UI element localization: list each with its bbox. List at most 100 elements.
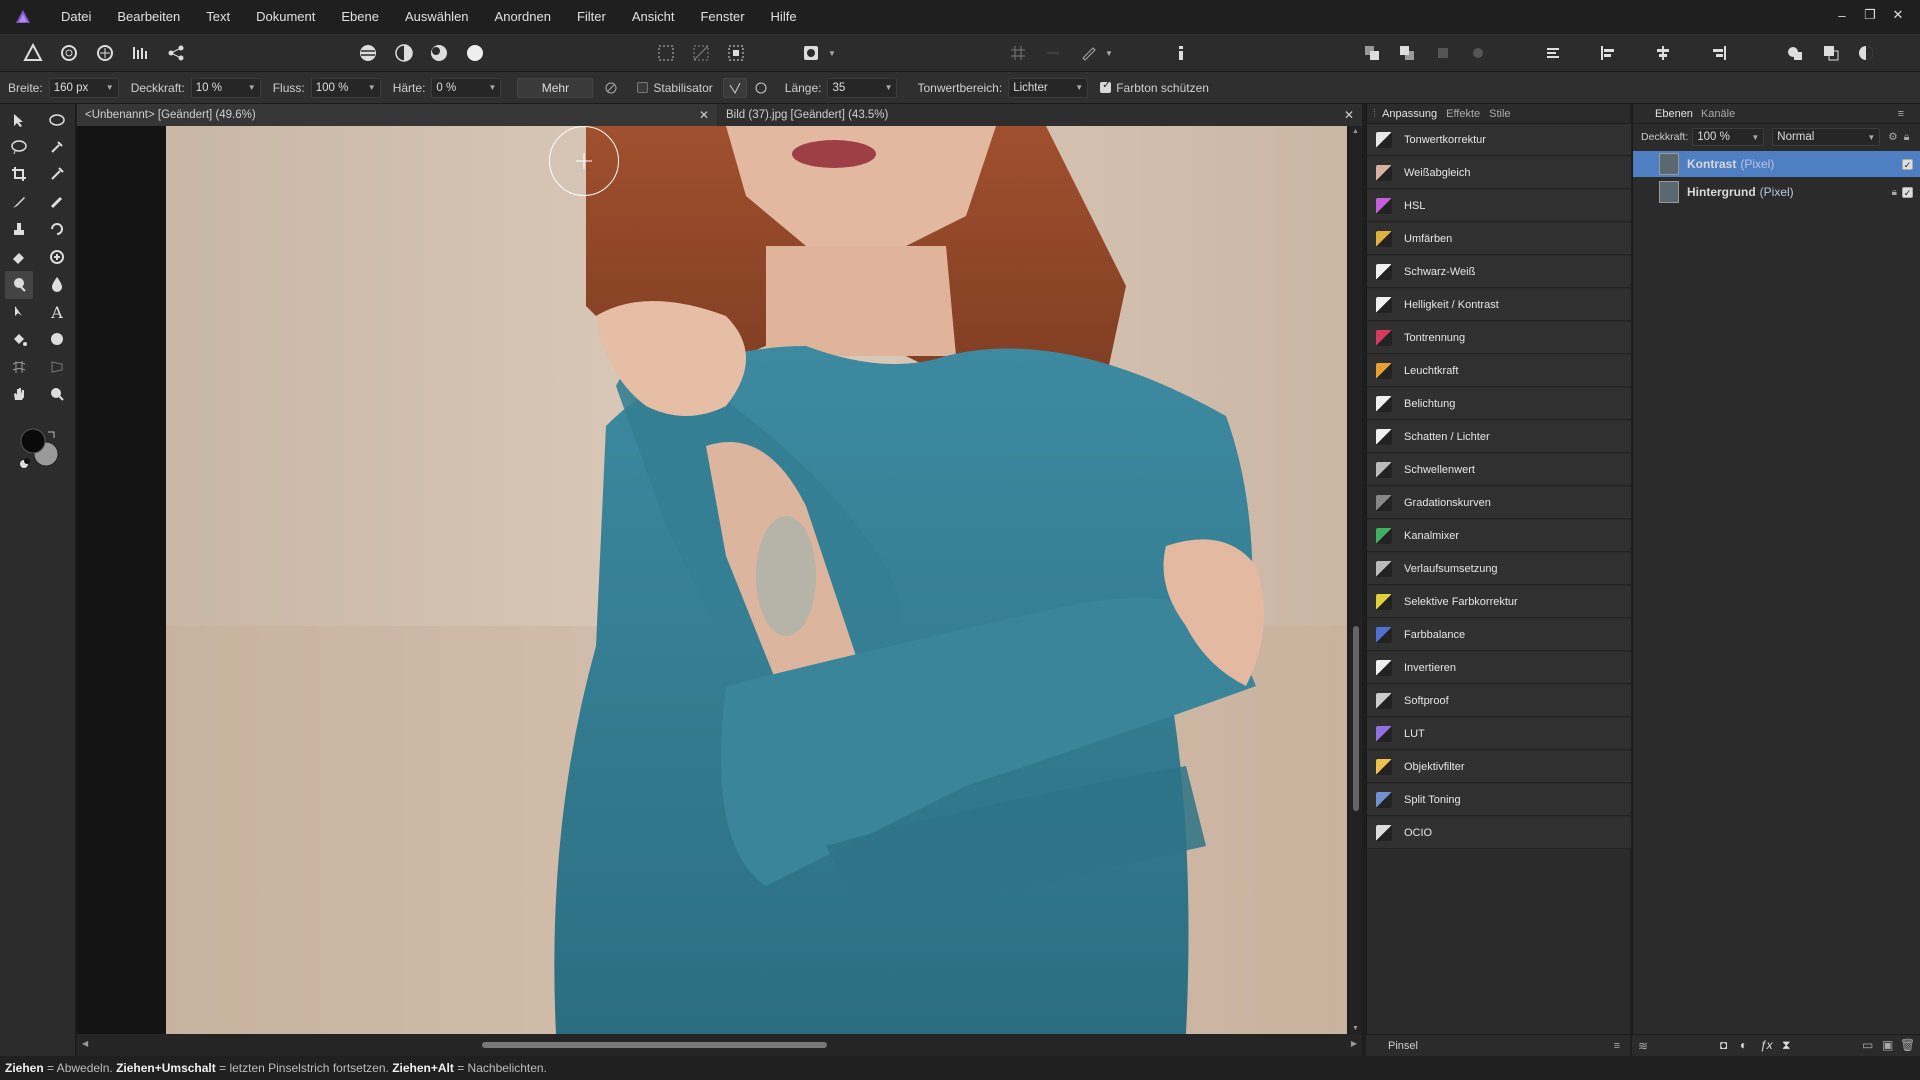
length-field[interactable]: 35 ▼ [827, 77, 898, 98]
menu-edit[interactable]: Bearbeiten [104, 0, 193, 34]
deselect-icon[interactable] [688, 41, 714, 65]
stabilizer-checkbox[interactable] [637, 82, 649, 93]
menu-document[interactable]: Dokument [243, 0, 328, 34]
brushes-panel-menu-icon[interactable]: ≡ [1614, 1040, 1620, 1052]
clone-tool-icon[interactable] [7, 217, 31, 241]
assistant-icon[interactable] [1075, 41, 1101, 65]
adjustment-item[interactable]: Split Toning [1367, 784, 1631, 816]
dodge-brush-tool-icon[interactable] [5, 271, 33, 299]
add-mask-icon[interactable]: ◘ [1720, 1038, 1727, 1052]
zoom-tool-icon[interactable] [45, 382, 69, 406]
artistic-text-tool-icon[interactable]: A [45, 300, 69, 324]
menu-filter[interactable]: Filter [564, 0, 619, 34]
pressure-icon[interactable] [599, 78, 623, 98]
hardness-dropdown-icon[interactable]: ▼ [488, 83, 496, 92]
fill-tool-icon[interactable] [7, 327, 31, 351]
crop-tool-icon[interactable] [7, 162, 31, 186]
tab-unbenannt-close-icon[interactable]: ✕ [699, 108, 709, 122]
adjustment-item[interactable]: Selektive Farbkorrektur [1367, 586, 1631, 618]
layer-row[interactable]: Hintergrund (Pixel) ✓ 🔒︎ [1633, 179, 1920, 205]
arrange-back-icon[interactable] [1394, 41, 1420, 65]
photo-persona-icon[interactable] [20, 41, 46, 65]
width-dropdown-icon[interactable]: ▼ [106, 83, 114, 92]
adjustment-item[interactable]: Objektivfilter [1367, 751, 1631, 783]
layer-opacity-field[interactable]: 100 % ▼ [1692, 128, 1765, 146]
minimize-button[interactable]: – [1828, 8, 1856, 23]
layer-opacity-dropdown-icon[interactable]: ▼ [1751, 133, 1759, 142]
flow-field[interactable]: 100 % ▼ [310, 77, 381, 98]
lock-icon[interactable]: 🔒︎ [1904, 131, 1910, 144]
layer-lock-icon[interactable]: 🔒︎ [1892, 187, 1897, 198]
align-center-icon[interactable] [1650, 41, 1676, 65]
document-canvas-photo[interactable] [166, 126, 1347, 1034]
adjustment-item[interactable]: Softproof [1367, 685, 1631, 717]
tab-effects[interactable]: Effekte [1446, 108, 1480, 120]
auto-levels-icon[interactable] [355, 41, 381, 65]
layer-visibility-checkbox[interactable]: ✓ [1902, 158, 1913, 170]
add-fx-icon[interactable]: ƒx [1760, 1038, 1773, 1052]
quick-mask-dropdown-icon[interactable]: ▼ [825, 41, 839, 65]
adjustment-item[interactable]: Gradationskurven [1367, 487, 1631, 519]
flood-select-tool-icon[interactable] [45, 135, 69, 159]
adjustment-item[interactable]: OCIO [1367, 817, 1631, 849]
auto-contrast-icon[interactable] [391, 41, 417, 65]
menu-window[interactable]: Fenster [687, 0, 757, 34]
align-left-edge-icon[interactable] [1595, 41, 1621, 65]
width-field[interactable]: 160 px ▼ [48, 77, 119, 98]
menu-help[interactable]: Hilfe [758, 0, 810, 34]
menu-view[interactable]: Ansicht [619, 0, 688, 34]
arrange-forward-icon[interactable] [1359, 41, 1385, 65]
tab-layers[interactable]: Ebenen [1655, 108, 1693, 120]
adjustment-item[interactable]: Tonwertkorrektur [1367, 124, 1631, 156]
tab-bild-37-close-icon[interactable]: ✕ [1344, 108, 1354, 122]
delete-layer-icon[interactable]: 🗑︎ [1900, 1038, 1915, 1052]
adjustment-item[interactable]: Umfärben [1367, 223, 1631, 255]
healing-brush-tool-icon[interactable] [45, 245, 69, 269]
boolean-add-icon[interactable] [1782, 41, 1808, 65]
tab-adjustment[interactable]: Anpassung [1382, 108, 1437, 120]
node-tool-icon[interactable] [7, 300, 31, 324]
marquee-selection-icon[interactable] [653, 41, 679, 65]
horizontal-scrollbar[interactable]: ◀ ▶ [77, 1034, 1362, 1056]
opacity-dropdown-icon[interactable]: ▼ [248, 83, 256, 92]
menu-select[interactable]: Auswählen [392, 0, 482, 34]
tonal-range-dropdown-icon[interactable]: ▼ [1075, 83, 1083, 92]
layer-row[interactable]: Kontrast (Pixel) ✓ [1633, 151, 1920, 177]
opacity-field[interactable]: 10 % ▼ [190, 77, 261, 98]
adjustment-item[interactable]: Schwellenwert [1367, 454, 1631, 486]
scroll-left-icon[interactable]: ◀ [82, 1039, 88, 1048]
brushes-panel-label[interactable]: Pinsel [1388, 1040, 1418, 1052]
adjustment-item[interactable]: Tontrennung [1367, 322, 1631, 354]
menu-file[interactable]: Datei [48, 0, 104, 34]
add-group-icon[interactable]: ▭ [1862, 1038, 1873, 1052]
adjustment-item[interactable]: Belichtung [1367, 388, 1631, 420]
menu-layer[interactable]: Ebene [328, 0, 392, 34]
vertical-scrollbar[interactable]: ▲ ▼ [1350, 126, 1362, 1034]
restore-button[interactable]: ❐ [1856, 7, 1884, 23]
menu-arrange[interactable]: Anordnen [482, 0, 564, 34]
stabilizer-window-icon[interactable] [749, 78, 773, 98]
canvas-area[interactable] [77, 126, 1347, 1034]
assistant-dropdown-icon[interactable]: ▼ [1102, 41, 1116, 65]
align-right-edge-icon[interactable] [1706, 41, 1732, 65]
hardness-field[interactable]: 0 % ▼ [431, 77, 502, 98]
adjustment-item[interactable]: Invertieren [1367, 652, 1631, 684]
export-persona-icon[interactable] [163, 41, 189, 65]
add-live-filter-icon[interactable]: ⧗ [1782, 1038, 1790, 1053]
develop-persona-icon[interactable] [92, 41, 118, 65]
layer-visibility-checkbox[interactable]: ✓ [1902, 186, 1913, 198]
lasso-tool-icon[interactable] [7, 135, 31, 159]
more-button[interactable]: Mehr [517, 77, 594, 98]
panel-grip-icon[interactable]: ⁞ [1373, 108, 1376, 120]
adjustment-item[interactable]: LUT [1367, 718, 1631, 750]
adjustment-item[interactable]: Weißabgleich [1367, 157, 1631, 189]
add-adjustment-icon[interactable]: ◐ [1740, 1038, 1747, 1052]
scroll-down-icon[interactable]: ▼ [1352, 1025, 1359, 1032]
quick-mask-icon[interactable] [798, 41, 824, 65]
flow-dropdown-icon[interactable]: ▼ [368, 83, 376, 92]
scroll-up-icon[interactable]: ▲ [1352, 128, 1359, 135]
liquify-persona-icon[interactable] [56, 41, 82, 65]
align-left-icon[interactable] [1540, 41, 1566, 65]
color-picker-tool-icon[interactable] [45, 162, 69, 186]
auto-white-balance-icon[interactable] [462, 41, 488, 65]
